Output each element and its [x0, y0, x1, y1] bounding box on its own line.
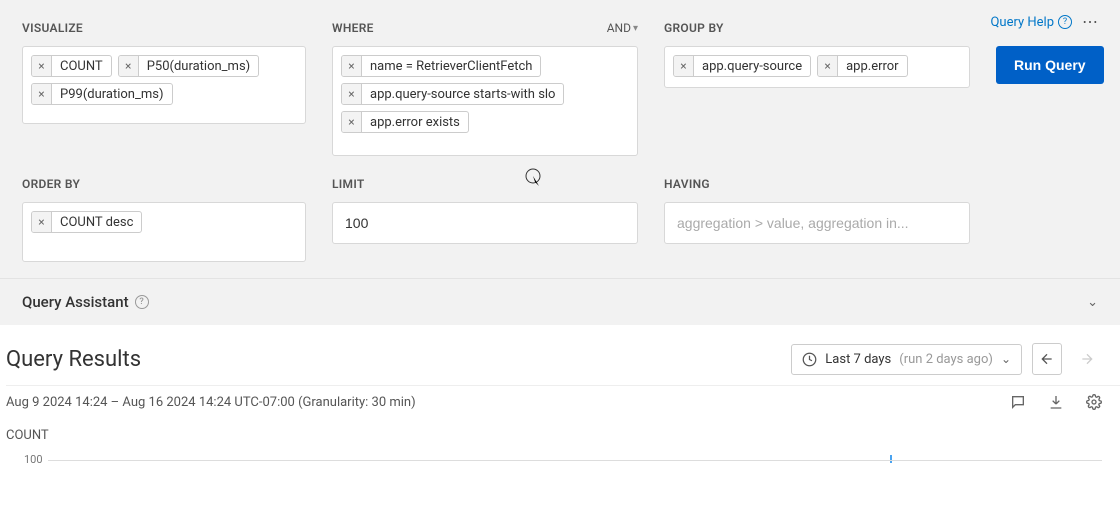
help-icon: ?: [1058, 15, 1072, 29]
help-icon: ?: [135, 295, 149, 309]
chevron-down-icon: ⌄: [1087, 295, 1098, 310]
limit-input[interactable]: [332, 202, 638, 244]
chart-container: COUNT 100: [6, 418, 1120, 466]
where-mode-toggle[interactable]: AND ▾: [607, 21, 638, 35]
token-label: app.error: [838, 56, 907, 76]
visualize-token: × COUNT: [31, 55, 112, 77]
remove-token-icon[interactable]: ×: [32, 84, 52, 104]
orderby-input[interactable]: × COUNT desc: [22, 202, 306, 262]
remove-token-icon[interactable]: ×: [32, 212, 52, 232]
remove-token-icon[interactable]: ×: [818, 56, 838, 76]
time-range-selector[interactable]: Last 7 days (run 2 days ago) ⌄: [791, 344, 1022, 375]
token-label: app.query-source: [694, 56, 810, 76]
remove-token-icon[interactable]: ×: [674, 56, 694, 76]
where-token: × app.error exists: [341, 111, 469, 133]
groupby-token: × app.error: [817, 55, 908, 77]
token-label: P50(duration_ms): [139, 56, 259, 76]
query-assistant-label: Query Assistant: [22, 293, 129, 311]
chart-title: COUNT: [6, 428, 1102, 443]
chart-data-marker: [890, 455, 892, 463]
limit-label: LIMIT: [332, 177, 365, 191]
token-label: app.error exists: [362, 112, 468, 132]
comment-icon: [1010, 394, 1026, 410]
query-help-link[interactable]: Query Help ?: [990, 15, 1072, 30]
token-label: name = RetrieverClientFetch: [362, 56, 540, 76]
where-mode-label: AND: [607, 21, 631, 35]
chevron-down-icon: ⌄: [1001, 352, 1011, 366]
download-icon: [1048, 394, 1064, 410]
run-query-button[interactable]: Run Query: [996, 46, 1104, 84]
query-builder-panel: Query Help ? ⋯ VISUALIZE × COUNT × P50(d…: [0, 0, 1120, 278]
nav-forward-button: [1072, 343, 1102, 375]
having-label: HAVING: [664, 177, 710, 191]
token-label: COUNT: [52, 56, 111, 76]
visualize-token: × P50(duration_ms): [118, 55, 260, 77]
visualize-token: × P99(duration_ms): [31, 83, 173, 105]
settings-button[interactable]: [1086, 394, 1102, 410]
chart-y-tick: 100: [24, 453, 43, 466]
results-timestamp: Aug 9 2024 14:24 – Aug 16 2024 14:24 UTC…: [6, 395, 416, 410]
remove-token-icon[interactable]: ×: [342, 56, 362, 76]
arrow-back-icon: [1039, 351, 1055, 367]
results-panel: Query Results Last 7 days (run 2 days ag…: [0, 325, 1120, 466]
remove-token-icon[interactable]: ×: [342, 112, 362, 132]
orderby-token: × COUNT desc: [31, 211, 142, 233]
chevron-down-icon: ▾: [633, 23, 638, 34]
having-input[interactable]: [664, 202, 970, 244]
time-range-primary: Last 7 days: [825, 352, 891, 367]
groupby-label: GROUP BY: [664, 21, 724, 35]
token-label: app.query-source starts-with slo: [362, 84, 563, 104]
orderby-label: ORDER BY: [22, 177, 80, 191]
arrow-forward-icon: [1079, 351, 1095, 367]
where-input[interactable]: × name = RetrieverClientFetch × app.quer…: [332, 46, 638, 156]
download-button[interactable]: [1048, 394, 1064, 410]
remove-token-icon[interactable]: ×: [32, 56, 52, 76]
time-range-secondary: (run 2 days ago): [899, 352, 993, 367]
groupby-token: × app.query-source: [673, 55, 811, 77]
where-label: WHERE: [332, 21, 374, 35]
where-token: × name = RetrieverClientFetch: [341, 55, 541, 77]
token-label: P99(duration_ms): [52, 84, 172, 104]
comment-button[interactable]: [1010, 394, 1026, 410]
remove-token-icon[interactable]: ×: [119, 56, 139, 76]
groupby-input[interactable]: × app.query-source × app.error: [664, 46, 970, 88]
remove-token-icon[interactable]: ×: [342, 84, 362, 104]
query-help-label: Query Help: [990, 15, 1054, 30]
nav-back-button[interactable]: [1032, 343, 1062, 375]
more-menu-icon[interactable]: ⋯: [1082, 14, 1098, 30]
clock-icon: [802, 352, 817, 367]
query-assistant-toggle[interactable]: Query Assistant ? ⌄: [0, 278, 1120, 325]
token-label: COUNT desc: [52, 212, 141, 232]
gear-icon: [1086, 394, 1102, 410]
visualize-input[interactable]: × COUNT × P50(duration_ms) × P99(duratio…: [22, 46, 306, 124]
visualize-label: VISUALIZE: [22, 21, 83, 35]
where-token: × app.query-source starts-with slo: [341, 83, 564, 105]
results-title: Query Results: [6, 347, 141, 372]
